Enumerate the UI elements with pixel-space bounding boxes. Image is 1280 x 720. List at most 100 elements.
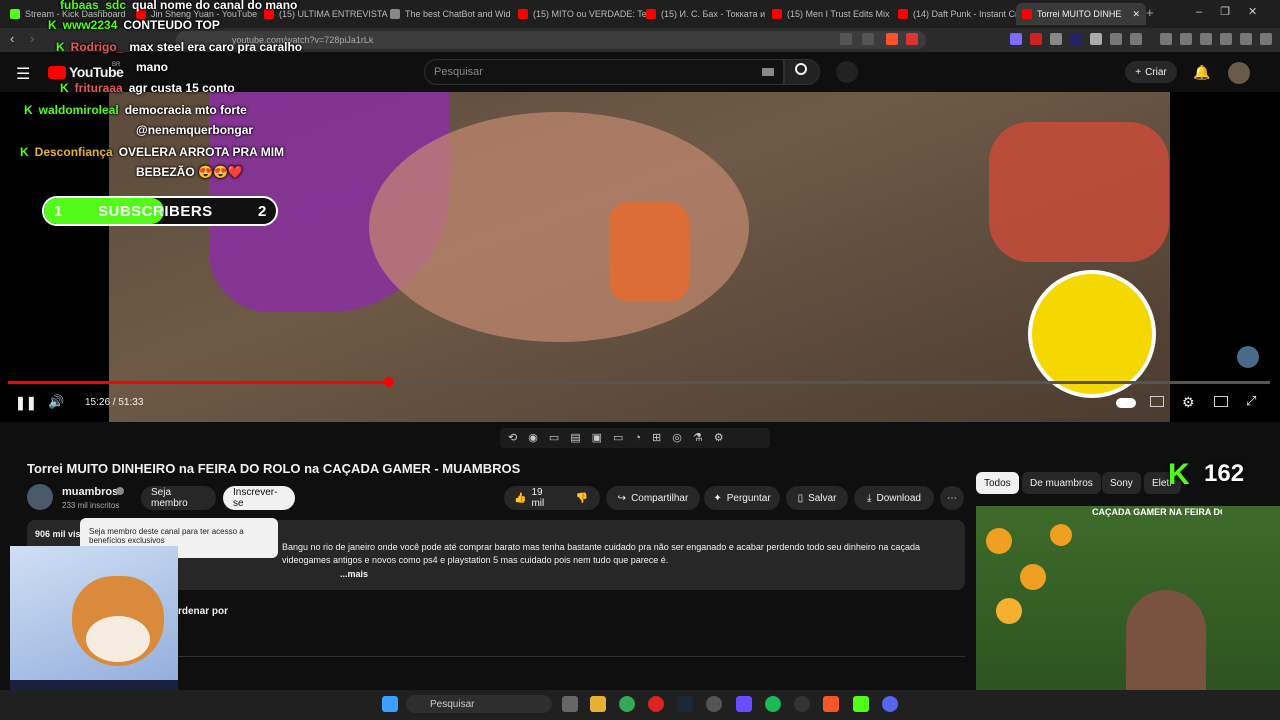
chip-all[interactable]: Todos	[976, 472, 1019, 494]
brave-icon[interactable]	[823, 696, 839, 712]
keyboard-icon[interactable]	[762, 68, 774, 76]
autoplay-toggle[interactable]	[1116, 398, 1136, 408]
extension-icon[interactable]	[1050, 33, 1062, 45]
progress-scrubber[interactable]	[384, 377, 394, 387]
browser-tab[interactable]: (15) И. С. Бах - Токката и	[640, 3, 774, 25]
subtitles-icon[interactable]	[1150, 396, 1164, 407]
save-button[interactable]: ▯ Salvar	[786, 486, 848, 510]
spotify-icon[interactable]	[765, 696, 781, 712]
brave-rewards-icon[interactable]	[906, 33, 918, 45]
related-video-thumbnail[interactable]	[976, 506, 1280, 690]
thumbs-up-icon: 👍	[514, 492, 527, 504]
wallet-icon[interactable]	[1200, 33, 1212, 45]
share-icon[interactable]	[862, 33, 874, 45]
channel-mascot-logo	[1028, 270, 1156, 398]
tab-icon[interactable]	[1130, 33, 1142, 45]
channel-watermark-icon[interactable]	[1237, 346, 1259, 368]
extension-icon[interactable]	[1090, 33, 1102, 45]
related-video-title[interactable]: CAÇADA GAMER NA FEIRA DO	[1092, 507, 1222, 517]
steam-icon[interactable]	[677, 696, 693, 712]
description-text: Bangu no rio de janeiro onde você pode a…	[282, 542, 920, 552]
chrome-icon[interactable]	[619, 696, 635, 712]
vpn-icon[interactable]	[1240, 33, 1252, 45]
windows-start-icon[interactable]	[382, 696, 398, 712]
browser-tab[interactable]: (15) Men I Trust Edits Mix	[766, 3, 898, 25]
forward-icon[interactable]: ›	[30, 31, 34, 46]
orange	[986, 528, 1012, 554]
file-explorer-icon[interactable]	[590, 696, 606, 712]
sidebar-icon[interactable]	[1180, 33, 1192, 45]
chip-sony[interactable]: Sony	[1102, 472, 1141, 494]
create-button[interactable]: + Criar	[1125, 61, 1177, 83]
notifications-bell-icon[interactable]: 🔔	[1193, 64, 1210, 81]
share-button[interactable]: ↪ Compartilhar	[606, 486, 700, 510]
app-icon[interactable]	[736, 696, 752, 712]
app-icon[interactable]	[794, 696, 810, 712]
subscriber-count: 233 mil inscritos	[62, 501, 120, 510]
chat-message: BEBEZÃO 😍😍❤️	[136, 165, 243, 179]
close-icon[interactable]: ✕	[1132, 9, 1140, 20]
subscribe-button[interactable]: Inscrever-se	[223, 486, 295, 510]
browser-tab[interactable]: (15) MITO ou VERDADE: Te	[512, 3, 646, 25]
new-tab-icon[interactable]: +	[1146, 5, 1154, 20]
ask-button[interactable]: ✦ Perguntar	[704, 486, 780, 510]
leo-icon[interactable]	[1220, 33, 1232, 45]
progress-fill	[8, 381, 387, 384]
microphone-icon[interactable]	[836, 61, 858, 83]
share-arrow-icon: ↪	[617, 492, 627, 504]
chip-channel[interactable]: De muambros	[1022, 472, 1101, 494]
obs-icon[interactable]	[706, 696, 722, 712]
goal-label: SUBSCRIBERS	[98, 203, 213, 220]
like-button[interactable]: 👍 19 mil	[504, 486, 564, 510]
sort-comments-button[interactable]: rdenar por	[178, 606, 228, 617]
browser-tab[interactable]: The best ChatBot and Wid	[384, 3, 518, 25]
screen-icon[interactable]	[840, 33, 852, 45]
pause-icon[interactable]: ❚❚	[15, 395, 37, 411]
kick-app-icon[interactable]	[853, 696, 869, 712]
chat-message: K Rodrigo_ max steel era caro pra caralho	[56, 40, 303, 54]
discord-icon[interactable]	[882, 696, 898, 712]
view-count: 906 mil vis	[35, 529, 81, 539]
chat-message: K Desconfiança OVELERA ARROTA PRA MIM	[20, 145, 285, 159]
player-tool-icons[interactable]: ⟲◉▭▤▣▭◔⊞◎⚗⚙	[508, 431, 735, 444]
red-toy	[989, 122, 1169, 262]
verified-icon	[116, 487, 124, 495]
video-frame	[109, 92, 1170, 422]
channel-avatar[interactable]	[27, 484, 53, 510]
settings-gear-icon[interactable]: ⚙	[1182, 394, 1195, 411]
menu-icon[interactable]	[1260, 33, 1272, 45]
channel-name[interactable]: muambros	[62, 486, 118, 498]
hamburger-menu-icon[interactable]: ☰	[16, 64, 30, 84]
extension-icon[interactable]	[1070, 33, 1082, 45]
youtube-logo-icon[interactable]	[48, 66, 66, 79]
progress-bar[interactable]	[8, 381, 1270, 384]
music-icon[interactable]	[1160, 33, 1172, 45]
search-icon[interactable]	[795, 63, 807, 75]
search-input[interactable]: Pesquisar	[424, 59, 784, 85]
chat-message: Kwww2234 CONTEUDO TOP	[48, 18, 220, 32]
chat-message: Kwaldomiroleal democracia mto forte	[24, 103, 247, 117]
puzzle-icon[interactable]	[1110, 33, 1122, 45]
fullscreen-icon[interactable]: ⤢	[1246, 393, 1256, 409]
window-controls[interactable]: –❐✕	[1196, 5, 1275, 18]
opera-icon[interactable]	[648, 696, 664, 712]
more-actions-button[interactable]: ⋯	[940, 486, 964, 510]
chat-message: Kfrituraaa agr custa 15 conto	[60, 81, 235, 95]
extension-icon[interactable]	[1010, 33, 1022, 45]
join-button[interactable]: Seja membro	[141, 486, 216, 510]
dislike-button[interactable]: 👎	[564, 486, 600, 510]
taskbar-search[interactable]: Pesquisar	[406, 695, 552, 713]
back-icon[interactable]: ‹	[10, 31, 14, 46]
avatar[interactable]	[1228, 62, 1250, 84]
chat-message: @nenemquerbongar	[136, 123, 254, 137]
browser-tab[interactable]: (14) Daft Punk - Instant Cr	[892, 3, 1022, 25]
task-view-icon[interactable]	[562, 696, 578, 712]
video-player[interactable]	[0, 92, 1280, 422]
brave-shield-icon[interactable]	[886, 33, 898, 45]
theater-mode-icon[interactable]	[1214, 396, 1228, 407]
download-button[interactable]: ⤓ Download	[854, 486, 934, 510]
browser-tab-active[interactable]: Torrei MUITO DINHE ✕	[1016, 3, 1146, 25]
show-more-link[interactable]: ...mais	[340, 569, 368, 579]
volume-icon[interactable]: 🔊	[48, 394, 64, 410]
extension-icon[interactable]	[1030, 33, 1042, 45]
